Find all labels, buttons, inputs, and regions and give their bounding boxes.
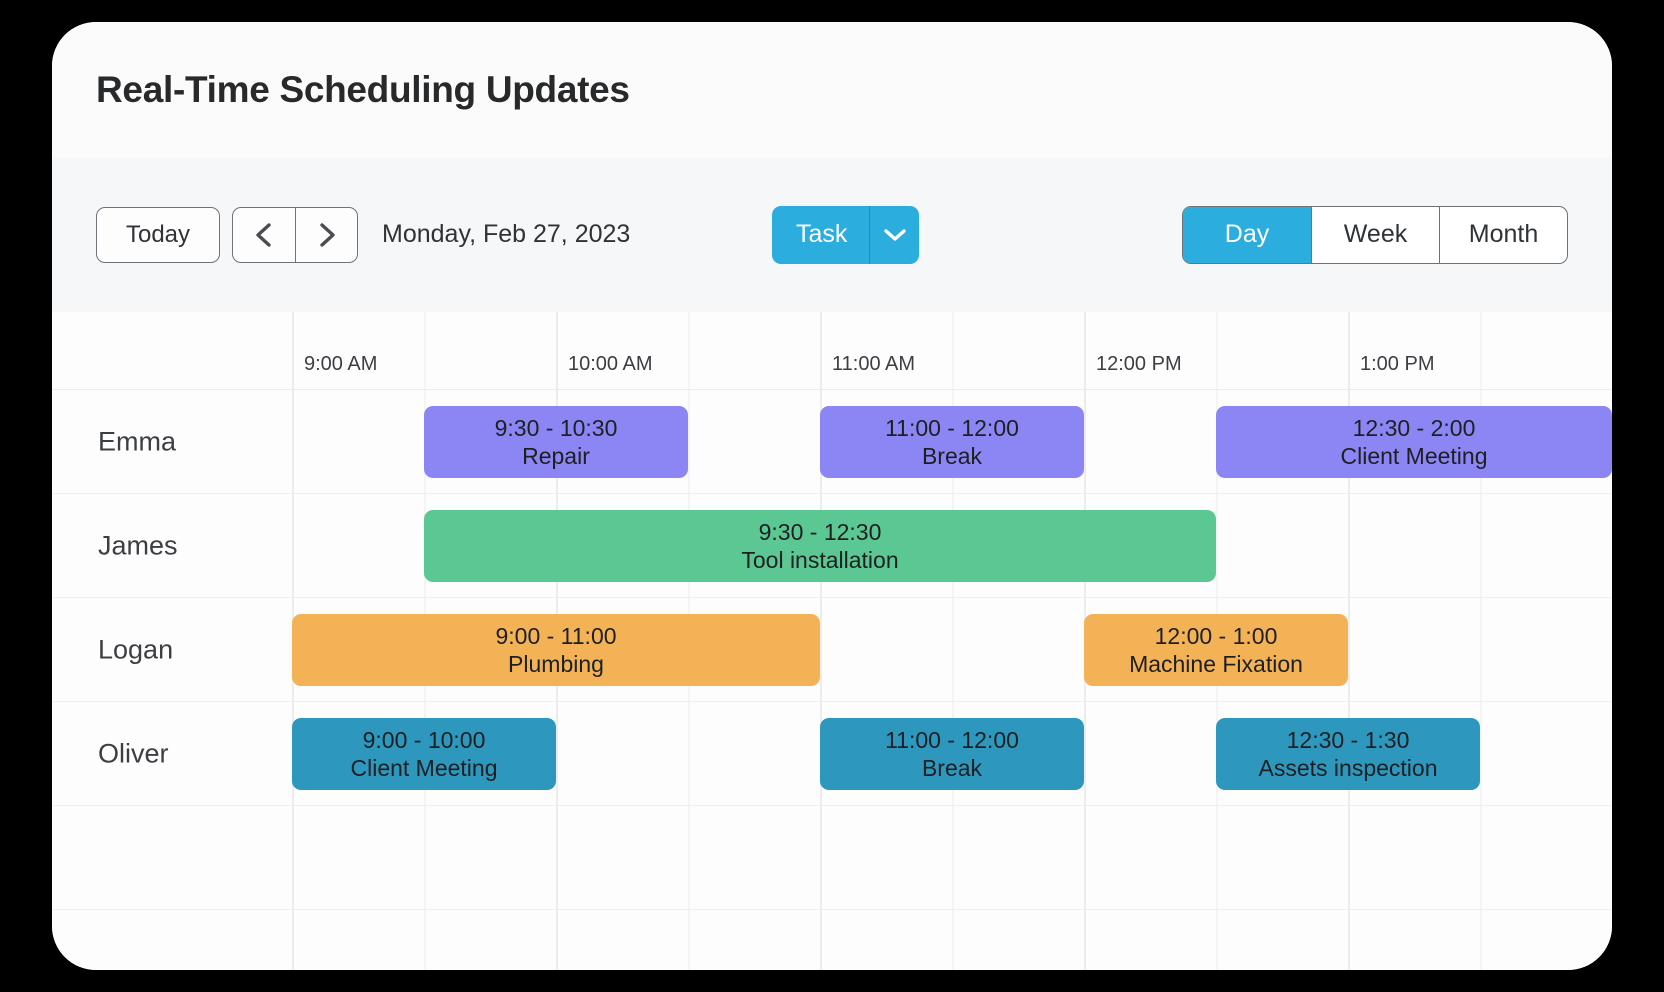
time-axis-label: 12:00 PM	[1096, 353, 1182, 376]
chevron-down-icon	[882, 227, 908, 243]
event-time: 11:00 - 12:00	[885, 726, 1019, 754]
chevron-left-icon	[251, 220, 277, 250]
event-title: Plumbing	[508, 650, 604, 678]
schedule-event[interactable]: 9:00 - 10:00Client Meeting	[292, 718, 556, 790]
schedule-row: James 9:30 - 12:30Tool installation	[52, 494, 1612, 598]
schedule-row: Oliver 9:00 - 10:00Client Meeting 11:00 - …	[52, 702, 1612, 806]
resource-name: Oliver	[98, 738, 169, 769]
page-title: Real-Time Scheduling Updates	[96, 69, 630, 111]
time-axis-header: 9:00 AM 10:00 AM 11:00 AM 12:00 PM 1:00 PM	[52, 312, 1612, 390]
date-nav-group	[232, 207, 358, 263]
view-mode-day[interactable]: Day	[1183, 207, 1311, 263]
task-filter-caret[interactable]	[869, 206, 919, 264]
schedule-row: Emma 9:30 - 10:30Repair 11:00 - 12:00Break…	[52, 390, 1612, 494]
event-title: Assets inspection	[1259, 754, 1438, 782]
event-time: 9:00 - 11:00	[495, 622, 616, 650]
current-date-label: Monday, Feb 27, 2023	[382, 220, 630, 249]
event-time: 12:30 - 1:30	[1287, 726, 1410, 754]
event-time: 9:30 - 10:30	[495, 414, 618, 442]
event-time: 9:00 - 10:00	[363, 726, 486, 754]
schedule-event[interactable]: 11:00 - 12:00Break	[820, 406, 1084, 478]
event-time: 9:30 - 12:30	[759, 518, 882, 546]
event-title: Break	[922, 442, 982, 470]
event-title: Client Meeting	[350, 754, 497, 782]
event-title: Repair	[522, 442, 590, 470]
view-mode-week[interactable]: Week	[1311, 207, 1439, 263]
event-title: Tool installation	[741, 546, 898, 574]
schedule-row	[52, 806, 1612, 910]
prev-day-button[interactable]	[233, 208, 295, 262]
chevron-right-icon	[314, 220, 340, 250]
schedule-row: Logan 9:00 - 11:00Plumbing 12:00 - 1:00Mac…	[52, 598, 1612, 702]
view-mode-group: DayWeekMonth	[1182, 206, 1568, 264]
schedule-event[interactable]: 9:30 - 12:30Tool installation	[424, 510, 1216, 582]
toolbar: Today Monday, Feb 27, 2023 Task	[52, 157, 1612, 312]
next-day-button[interactable]	[295, 208, 357, 262]
schedule-event[interactable]: 11:00 - 12:00Break	[820, 718, 1084, 790]
event-time: 12:00 - 1:00	[1155, 622, 1278, 650]
event-title: Client Meeting	[1340, 442, 1487, 470]
schedule-event[interactable]: 12:30 - 2:00Client Meeting	[1216, 406, 1612, 478]
schedule-grid: 9:00 AM 10:00 AM 11:00 AM 12:00 PM 1:00 PM E…	[52, 312, 1612, 970]
time-axis-label: 10:00 AM	[568, 353, 653, 376]
event-time: 11:00 - 12:00	[885, 414, 1019, 442]
task-filter-dropdown[interactable]: Task	[772, 206, 919, 264]
event-time: 12:30 - 2:00	[1353, 414, 1476, 442]
resource-name: Emma	[98, 426, 176, 457]
schedule-event[interactable]: 9:00 - 11:00Plumbing	[292, 614, 820, 686]
resource-name: James	[98, 530, 178, 561]
event-title: Break	[922, 754, 982, 782]
time-axis-label: 11:00 AM	[832, 353, 915, 376]
today-button[interactable]: Today	[96, 207, 220, 263]
resource-name: Logan	[98, 634, 173, 665]
schedule-event[interactable]: 12:00 - 1:00Machine Fixation	[1084, 614, 1348, 686]
schedule-event[interactable]: 12:30 - 1:30Assets inspection	[1216, 718, 1480, 790]
resource-rows: Emma9:30 - 10:30Repair11:00 - 12:00Break…	[52, 390, 1612, 910]
screen: Real-Time Scheduling Updates Today Monda…	[0, 0, 1664, 992]
title-bar: Real-Time Scheduling Updates	[52, 22, 1612, 157]
time-axis-label: 9:00 AM	[304, 353, 377, 376]
task-filter-value: Task	[772, 206, 869, 264]
scheduler-card: Real-Time Scheduling Updates Today Monda…	[52, 22, 1612, 970]
schedule-event[interactable]: 9:30 - 10:30Repair	[424, 406, 688, 478]
event-title: Machine Fixation	[1129, 650, 1303, 678]
time-axis-label: 1:00 PM	[1360, 353, 1434, 376]
view-mode-month[interactable]: Month	[1439, 207, 1567, 263]
